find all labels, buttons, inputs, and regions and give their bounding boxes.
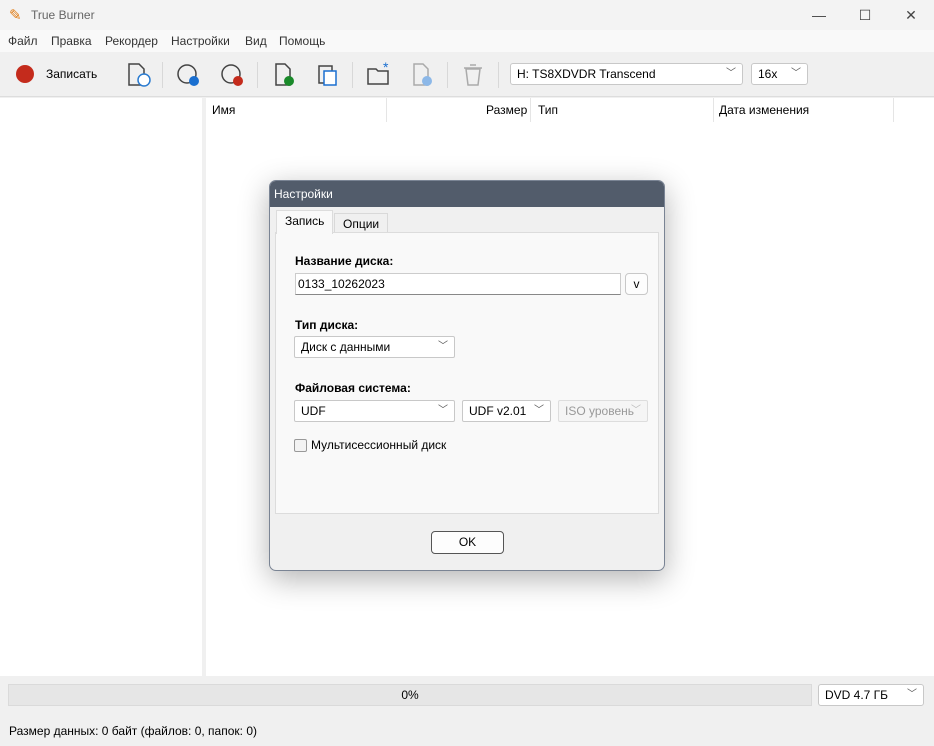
settings-dialog: Настройки Опции Название диска: 0133_102… bbox=[269, 180, 665, 571]
disc-type-select[interactable]: Диск с данными ﹀ bbox=[294, 336, 455, 358]
menu-help[interactable]: Помощь bbox=[279, 34, 325, 48]
udf-version-select[interactable]: UDF v2.01 ﹀ bbox=[462, 400, 551, 422]
tab-record[interactable]: Запись bbox=[276, 210, 333, 234]
column-date[interactable]: Дата изменения bbox=[719, 103, 809, 117]
progress-bar: 0% bbox=[8, 684, 812, 706]
chevron-down-icon: ﹀ bbox=[907, 685, 917, 705]
close-button[interactable]: ✕ bbox=[888, 0, 934, 30]
disc-name-label: Название диска: bbox=[295, 254, 393, 268]
disc-image-icon[interactable] bbox=[126, 62, 152, 88]
window-title: True Burner bbox=[31, 8, 95, 22]
paste-icon[interactable] bbox=[315, 62, 341, 88]
app-logo-icon: ✎ bbox=[9, 6, 22, 24]
record-button[interactable]: Записать bbox=[8, 60, 108, 88]
menu-view[interactable]: Вид bbox=[245, 34, 267, 48]
disc-name-input[interactable]: 0133_10262023 bbox=[295, 273, 621, 295]
status-text: Размер данных: 0 байт (файлов: 0, папок:… bbox=[9, 724, 257, 738]
delete-icon[interactable] bbox=[460, 62, 486, 88]
disc-type-label: Тип диска: bbox=[295, 318, 358, 332]
minimize-button[interactable]: — bbox=[796, 0, 842, 30]
properties-icon[interactable] bbox=[410, 62, 436, 88]
menu-settings[interactable]: Настройки bbox=[171, 34, 230, 48]
status-area: 0% DVD 4.7 ГБ ﹀ Размер данных: 0 байт (фа… bbox=[0, 676, 934, 746]
chevron-down-icon: ﹀ bbox=[791, 64, 801, 84]
menu-edit[interactable]: Правка bbox=[51, 34, 92, 48]
record-icon bbox=[16, 65, 34, 83]
add-file-icon[interactable] bbox=[272, 62, 298, 88]
record-label: Записать bbox=[46, 67, 97, 81]
menu-file[interactable]: Файл bbox=[8, 34, 38, 48]
file-system-select[interactable]: UDF ﹀ bbox=[294, 400, 455, 422]
disc-name-menu-button[interactable]: v bbox=[625, 273, 648, 295]
title-bar: ✎ True Burner — ☐ ✕ bbox=[0, 0, 934, 30]
iso-level-select[interactable]: ISO уровень﹀ bbox=[558, 400, 648, 422]
disc-erase-icon[interactable] bbox=[220, 62, 246, 88]
maximize-button[interactable]: ☐ bbox=[842, 0, 888, 30]
speed-value: 16x bbox=[758, 67, 777, 81]
new-folder-icon[interactable]: * bbox=[366, 62, 392, 88]
disc-size-select[interactable]: DVD 4.7 ГБ ﹀ bbox=[818, 684, 924, 706]
toolbar: Записать * H: TS8XDVDR Transcend ﹀ 16x ﹀ bbox=[0, 52, 934, 97]
chevron-down-icon: ﹀ bbox=[438, 337, 448, 357]
drive-value: H: TS8XDVDR Transcend bbox=[517, 67, 656, 81]
chevron-down-icon: ﹀ bbox=[438, 401, 448, 421]
menu-bar: Файл Правка Рекордер Настройки Вид Помощ… bbox=[0, 30, 934, 52]
drive-select[interactable]: H: TS8XDVDR Transcend ﹀ bbox=[510, 63, 743, 85]
udf-version-value: UDF v2.01 bbox=[469, 404, 526, 418]
chevron-down-icon: ﹀ bbox=[726, 64, 736, 84]
tab-panel: Название диска: 0133_10262023 v Тип диск… bbox=[275, 232, 659, 514]
multisession-label[interactable]: Мультисессионный диск bbox=[311, 438, 446, 452]
file-system-label: Файловая система: bbox=[295, 381, 411, 395]
iso-level-value: ISO уровень bbox=[565, 404, 634, 418]
column-name[interactable]: Имя bbox=[212, 103, 235, 117]
disc-info-icon[interactable] bbox=[176, 62, 202, 88]
menu-recorder[interactable]: Рекордер bbox=[105, 34, 158, 48]
folder-tree-panel[interactable] bbox=[0, 98, 202, 676]
file-system-value: UDF bbox=[301, 404, 326, 418]
column-size[interactable]: Размер bbox=[486, 103, 527, 117]
speed-select[interactable]: 16x ﹀ bbox=[751, 63, 808, 85]
progress-text: 0% bbox=[401, 688, 418, 702]
chevron-down-icon: ﹀ bbox=[534, 401, 544, 421]
chevron-down-icon: ﹀ bbox=[631, 401, 641, 421]
dialog-title: Настройки bbox=[270, 181, 664, 207]
ok-button[interactable]: OK bbox=[431, 531, 504, 554]
column-type[interactable]: Тип bbox=[538, 103, 558, 117]
svg-text:*: * bbox=[383, 62, 389, 75]
multisession-checkbox[interactable] bbox=[294, 439, 307, 452]
disc-type-value: Диск с данными bbox=[301, 340, 390, 354]
disc-size-value: DVD 4.7 ГБ bbox=[825, 688, 888, 702]
